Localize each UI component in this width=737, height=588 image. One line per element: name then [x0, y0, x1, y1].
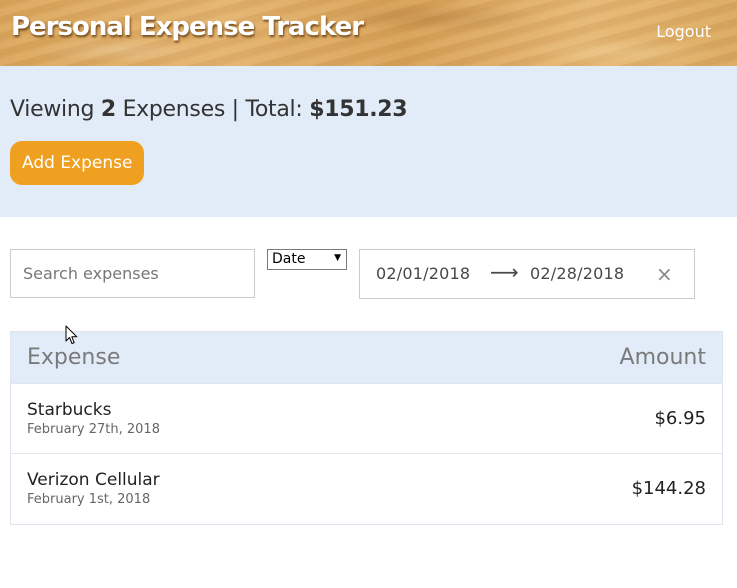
add-expense-button[interactable]: Add Expense [10, 141, 145, 185]
column-header-expense: Expense [27, 345, 121, 370]
mouse-pointer-icon [65, 325, 78, 344]
expense-amount: $6.95 [654, 408, 706, 429]
expense-amount: $144.28 [631, 478, 706, 499]
expenses-table: Expense Amount Starbucks February 27th, … [10, 331, 723, 525]
date-range-picker: 02/01/2018 ⟶ 02/28/2018 × [359, 249, 695, 299]
app-title: Personal Expense Tracker [11, 12, 364, 42]
summary-text: Viewing 2 Expenses | Total: $151.23 [10, 97, 408, 122]
column-header-amount: Amount [619, 345, 706, 370]
expense-date: February 1st, 2018 [27, 492, 151, 507]
expenses-summary: Viewing 2 Expenses | Total: $151.23 Add … [0, 66, 737, 217]
expense-count: 2 [100, 97, 116, 122]
sort-by-select[interactable]: Date ▼ [267, 249, 347, 270]
start-date-input[interactable]: 02/01/2018 [376, 264, 470, 283]
expense-description: Verizon Cellular [27, 470, 160, 490]
table-row[interactable]: Verizon Cellular February 1st, 2018 $144… [11, 454, 722, 524]
table-row[interactable]: Starbucks February 27th, 2018 $6.95 [11, 384, 722, 454]
table-header: Expense Amount [11, 332, 722, 384]
expense-description: Starbucks [27, 400, 112, 420]
dropdown-arrow-icon: ▼ [334, 253, 341, 263]
search-input[interactable] [10, 249, 255, 298]
arrow-right-icon: ⟶ [490, 260, 519, 284]
app-header: Personal Expense Tracker Logout [0, 0, 737, 66]
sort-by-value: Date [272, 251, 306, 267]
clear-dates-icon[interactable]: × [656, 262, 673, 286]
expense-total: $151.23 [309, 97, 408, 122]
summary-prefix: Viewing [10, 97, 95, 122]
summary-middle: Expenses | Total: [122, 97, 303, 122]
logout-button[interactable]: Logout [656, 22, 711, 41]
end-date-input[interactable]: 02/28/2018 [530, 264, 624, 283]
expense-date: February 27th, 2018 [27, 422, 160, 437]
